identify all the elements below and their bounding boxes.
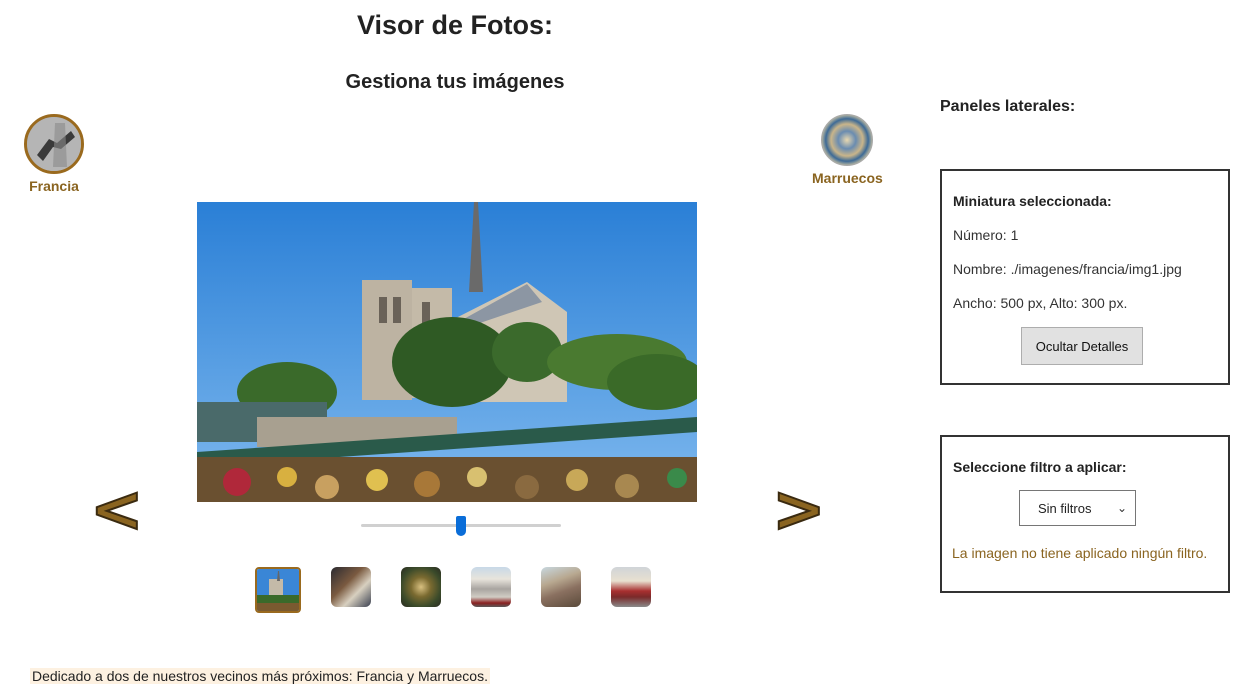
main-photo	[197, 202, 697, 502]
thumbnail-5[interactable]	[541, 567, 581, 607]
details-size: Ancho: 500 px, Alto: 300 px.	[953, 295, 1128, 311]
thumbnail-6[interactable]	[611, 567, 651, 607]
previous-arrow-button[interactable]: <	[89, 477, 145, 543]
thumbnail-4[interactable]	[471, 567, 511, 607]
page-title: Visor de Fotos:	[356, 10, 554, 40]
details-panel: Miniatura seleccionada: Número: 1 Nombre…	[940, 169, 1230, 385]
footer-dedication: Dedicado a dos de nuestros vecinos más p…	[30, 668, 490, 684]
marruecos-avatar	[821, 114, 874, 166]
zoom-slider[interactable]	[361, 514, 561, 538]
country-francia-link[interactable]: Francia	[24, 114, 84, 194]
country-marruecos-link[interactable]: Marruecos	[812, 114, 883, 186]
chevron-down-icon: ⌄	[1116, 501, 1127, 515]
sidepanels-title: Paneles laterales:	[940, 98, 1076, 115]
details-number: Número: 1	[953, 227, 1019, 243]
thumbnail-2[interactable]	[331, 567, 371, 607]
thumbnail-1[interactable]	[255, 567, 301, 613]
filter-select[interactable]: Sin filtros ⌄	[1019, 490, 1136, 526]
francia-avatar	[24, 114, 84, 174]
filter-heading: Seleccione filtro a aplicar:	[953, 459, 1127, 475]
details-name: Nombre: ./imagenes/francia/img1.jpg	[953, 261, 1182, 277]
filter-status-text: La imagen no tiene aplicado ningún filtr…	[952, 545, 1208, 561]
filter-selected-value: Sin filtros	[1038, 500, 1092, 516]
next-arrow-button[interactable]: >	[771, 477, 827, 543]
country-label-marruecos: Marruecos	[812, 170, 883, 186]
filter-panel: Seleccione filtro a aplicar: Sin filtros…	[940, 435, 1230, 593]
slider-thumb[interactable]	[456, 516, 466, 536]
page-subtitle: Gestiona tus imágenes	[345, 71, 565, 93]
hide-details-button[interactable]: Ocultar Detalles	[1021, 327, 1143, 365]
thumbnail-3[interactable]	[401, 567, 441, 607]
country-label-francia: Francia	[29, 178, 79, 194]
details-heading: Miniatura seleccionada:	[953, 193, 1112, 209]
